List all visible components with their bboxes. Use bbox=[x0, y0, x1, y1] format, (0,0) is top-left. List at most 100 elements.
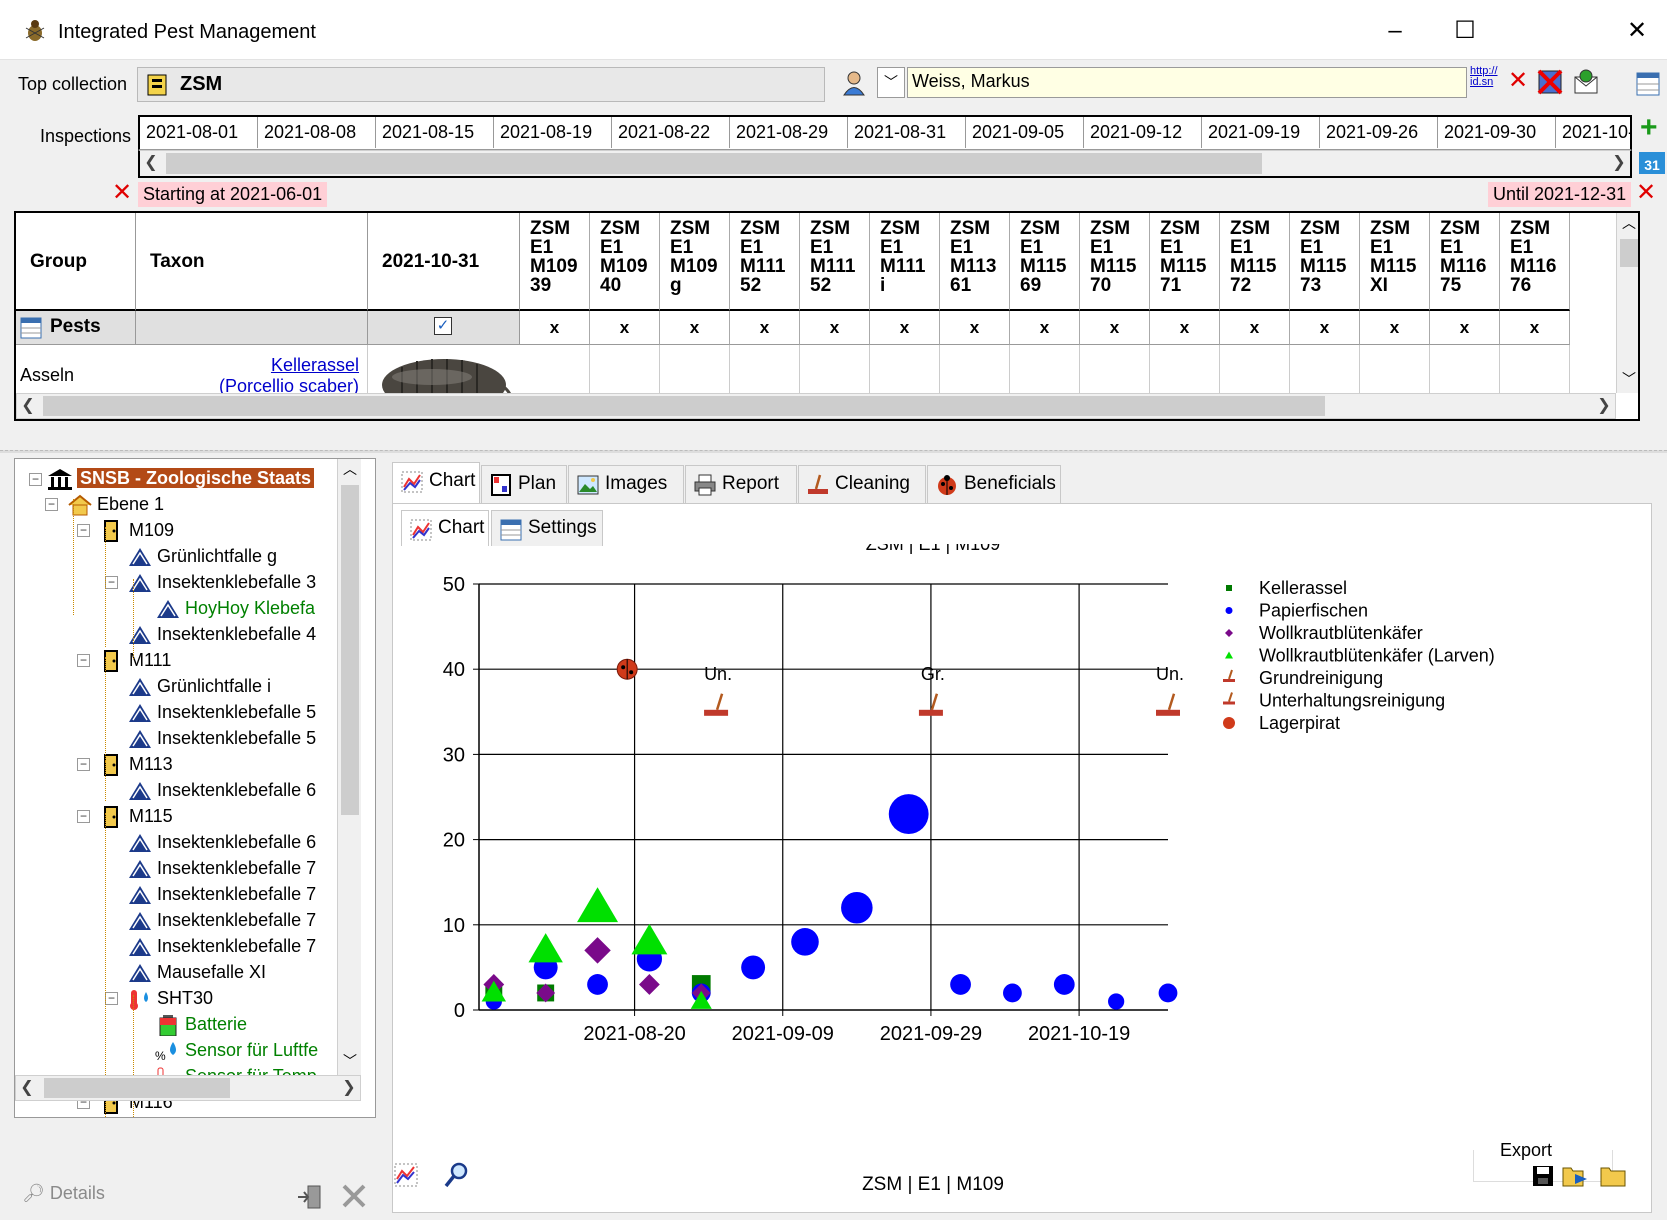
trap-column-header[interactable]: ZSM E1 M111 52 bbox=[730, 213, 800, 311]
trap-column-header[interactable]: ZSM E1 M115 72 bbox=[1220, 213, 1290, 311]
tree-root[interactable]: SNSB - Zoologische Staats bbox=[47, 465, 315, 491]
end-date-filter[interactable]: Until 2021-12-31 bbox=[1488, 182, 1632, 207]
person-icon[interactable] bbox=[842, 70, 866, 96]
top-collection-field[interactable]: ZSM bbox=[137, 67, 825, 102]
tree-node[interactable]: SHT30 bbox=[127, 985, 213, 1011]
plus-icon[interactable]: + bbox=[1640, 113, 1658, 143]
link-id-sn[interactable]: http:// id.sn bbox=[1470, 66, 1498, 88]
clear-start-icon[interactable]: ✕ bbox=[112, 178, 132, 207]
scroll-up-icon[interactable]: ︿ bbox=[338, 459, 362, 479]
pests-row-label[interactable]: Pests bbox=[16, 311, 136, 345]
trap-x-cell[interactable]: x bbox=[1430, 311, 1500, 345]
trap-x-cell[interactable]: x bbox=[1080, 311, 1150, 345]
trap-column-header[interactable]: ZSM E1 M115 71 bbox=[1150, 213, 1220, 311]
tree-vscroll[interactable]: ︿ ﹀ bbox=[337, 459, 361, 1075]
folder-icon[interactable] bbox=[1599, 1164, 1629, 1188]
pests-date-cell[interactable]: ✓ bbox=[368, 311, 520, 345]
chart-area[interactable]: ZSM | E1 | M109 0 10 20 30 40 50 2021-08-20 2021… bbox=[393, 544, 1651, 1212]
tab-images[interactable]: Images bbox=[568, 465, 684, 503]
details-button[interactable]: 🔎︎ Details bbox=[22, 1183, 105, 1204]
scroll-left-icon[interactable]: ❮ bbox=[17, 394, 39, 418]
tree-hscroll[interactable]: ❮ ❯ bbox=[15, 1075, 361, 1101]
tools-disabled-icon[interactable] bbox=[340, 1182, 368, 1210]
remove-user-icon[interactable] bbox=[1536, 68, 1564, 96]
inspection-date[interactable]: 2021-08-01 bbox=[140, 117, 258, 148]
close-button[interactable]: ✕ bbox=[1612, 14, 1662, 48]
vscroll-thumb[interactable] bbox=[1620, 239, 1638, 267]
tree-node[interactable]: Batterie bbox=[155, 1011, 247, 1037]
tab-plan[interactable]: Plan bbox=[481, 465, 567, 503]
collapse-toggle[interactable]: − bbox=[105, 992, 118, 1005]
tree-node[interactable]: Grünlichtfalle i bbox=[127, 673, 271, 699]
scrollbar-thumb[interactable] bbox=[166, 153, 1262, 174]
scroll-right-icon[interactable]: ❯ bbox=[1608, 151, 1630, 176]
inspection-date[interactable]: 2021-09-12 bbox=[1084, 117, 1202, 148]
tree-node[interactable]: Insektenklebefalle 6 bbox=[127, 829, 316, 855]
export-icon[interactable] bbox=[1561, 1164, 1591, 1188]
scroll-down-icon[interactable]: ﹀ bbox=[338, 1051, 362, 1071]
tree-node[interactable]: Grünlichtfalle g bbox=[127, 543, 277, 569]
tab-chart[interactable]: Chart bbox=[392, 462, 480, 504]
trap-x-cell[interactable]: x bbox=[1290, 311, 1360, 345]
col-date-header[interactable]: 2021-10-31 bbox=[368, 213, 520, 311]
trap-column-header[interactable]: ZSM E1 M115 73 bbox=[1290, 213, 1360, 311]
trap-column-header[interactable]: ZSM E1 M116 76 bbox=[1500, 213, 1570, 311]
trap-x-cell[interactable]: x bbox=[730, 311, 800, 345]
taxon-link[interactable]: Kellerassel bbox=[136, 355, 359, 376]
inspection-date[interactable]: 2021-08-31 bbox=[848, 117, 966, 148]
tree-node[interactable]: Insektenklebefalle 4 bbox=[127, 621, 316, 647]
trap-column-header[interactable]: ZSM E1 M116 75 bbox=[1430, 213, 1500, 311]
door-exit-icon[interactable] bbox=[296, 1184, 324, 1210]
mail-icon[interactable] bbox=[1572, 68, 1600, 96]
inspection-date[interactable]: 2021-08-19 bbox=[494, 117, 612, 148]
user-dropdown-button[interactable]: ﹀ bbox=[877, 67, 905, 98]
delete-icon[interactable]: ✕ bbox=[1508, 66, 1528, 95]
trap-column-header[interactable]: ZSM E1 M115 XI bbox=[1360, 213, 1430, 311]
collapse-toggle[interactable]: − bbox=[29, 473, 42, 486]
trap-x-cell[interactable]: x bbox=[660, 311, 730, 345]
scrollbar-thumb[interactable] bbox=[43, 396, 1325, 416]
trap-column-header[interactable]: ZSM E1 M115 69 bbox=[1010, 213, 1080, 311]
minimize-button[interactable]: – bbox=[1370, 14, 1420, 48]
tree-node[interactable]: Insektenklebefalle 7 bbox=[127, 855, 316, 881]
col-group-header[interactable]: Group bbox=[16, 213, 136, 311]
collapse-toggle[interactable]: − bbox=[77, 810, 90, 823]
collapse-toggle[interactable]: − bbox=[45, 498, 58, 511]
inspection-date[interactable]: 2021-09-19 bbox=[1202, 117, 1320, 148]
tree-node[interactable]: Insektenklebefalle 5 bbox=[127, 725, 316, 751]
calendar-icon[interactable]: 31 bbox=[1638, 148, 1666, 176]
tab-report[interactable]: Report bbox=[685, 465, 797, 503]
tree-node[interactable]: M115 bbox=[99, 803, 173, 829]
inspection-date[interactable]: 2021-08-08 bbox=[258, 117, 376, 148]
trap-x-cell[interactable]: x bbox=[590, 311, 660, 345]
inspection-date[interactable]: 2021-08-22 bbox=[612, 117, 730, 148]
maximize-button[interactable]: ☐ bbox=[1440, 14, 1490, 48]
trap-column-header[interactable]: ZSM E1 M111 i bbox=[870, 213, 940, 311]
inspections-scrollbar[interactable]: ❮ ❯ bbox=[138, 150, 1632, 178]
trap-column-header[interactable]: ZSM E1 M109 39 bbox=[520, 213, 590, 311]
vscroll-thumb[interactable] bbox=[341, 485, 359, 815]
start-date-filter[interactable]: Starting at 2021-06-01 bbox=[138, 182, 328, 207]
grid-vscroll[interactable]: ︿ ﹀ bbox=[1616, 213, 1638, 393]
scroll-right-icon[interactable]: ❯ bbox=[1593, 394, 1615, 418]
trap-column-header[interactable]: ZSM E1 M111 52 bbox=[800, 213, 870, 311]
inspection-date[interactable]: 2021-09-30 bbox=[1438, 117, 1556, 148]
tree-node[interactable]: Insektenklebefalle 7 bbox=[127, 881, 316, 907]
scroll-up-icon[interactable]: ︿ bbox=[1617, 213, 1638, 233]
tree-node[interactable]: M111 bbox=[99, 647, 171, 673]
trap-x-cell[interactable]: x bbox=[1500, 311, 1570, 345]
inspection-date[interactable]: 2021-09-05 bbox=[966, 117, 1084, 148]
trap-x-cell[interactable]: x bbox=[870, 311, 940, 345]
scroll-down-icon[interactable]: ﹀ bbox=[1617, 369, 1638, 389]
scroll-left-icon[interactable]: ❮ bbox=[140, 151, 162, 176]
pests-checkbox[interactable]: ✓ bbox=[434, 317, 452, 335]
trap-column-header[interactable]: ZSM E1 M115 70 bbox=[1080, 213, 1150, 311]
trap-x-cell[interactable]: x bbox=[1360, 311, 1430, 345]
trap-x-cell[interactable]: x bbox=[1010, 311, 1080, 345]
trap-x-cell[interactable]: x bbox=[520, 311, 590, 345]
inspection-date[interactable]: 2021-10- bbox=[1556, 117, 1630, 148]
collapse-toggle[interactable]: − bbox=[105, 576, 118, 589]
tree-node[interactable]: Insektenklebefalle 6 bbox=[127, 777, 316, 803]
tree-node[interactable]: Insektenklebefalle 3 bbox=[127, 569, 316, 595]
table-icon[interactable] bbox=[1634, 70, 1662, 98]
